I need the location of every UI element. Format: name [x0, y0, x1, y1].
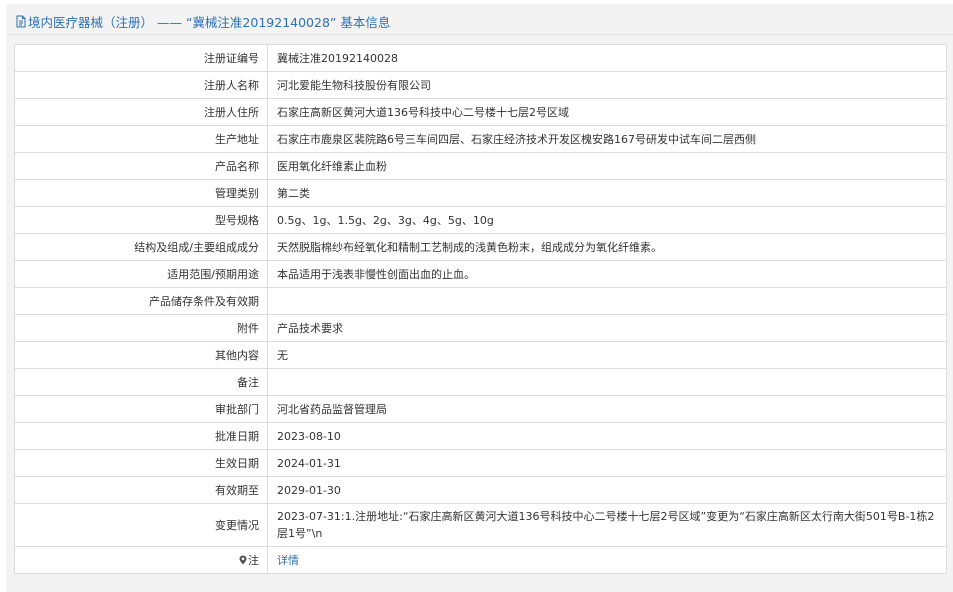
page-title: 境内医疗器械（注册） —— “冀械注准20192140028” 基本信息 [28, 15, 391, 30]
row-label: 审批部门 [14, 395, 268, 423]
table-row: 变更情况 2023-07-31:1.注册地址:“石家庄高新区黄河大道136号科技… [14, 503, 947, 547]
row-label: 备注 [14, 368, 268, 396]
table-row-note: 注 详情 [14, 546, 947, 574]
row-value: 无 [267, 341, 947, 369]
row-value: 2029-01-30 [267, 476, 947, 504]
row-value: 0.5g、1g、1.5g、2g、3g、4g、5g、10g [267, 206, 947, 234]
row-value: 2024-01-31 [267, 449, 947, 477]
row-value: 天然脱脂棉纱布经氧化和精制工艺制成的浅黄色粉末，组成成分为氧化纤维素。 [267, 233, 947, 261]
row-label: 型号规格 [14, 206, 268, 234]
document-icon [15, 15, 27, 28]
row-value [267, 287, 947, 315]
table-row: 型号规格 0.5g、1g、1.5g、2g、3g、4g、5g、10g [14, 206, 947, 234]
row-label: 注册人住所 [14, 98, 268, 126]
row-value: 产品技术要求 [267, 314, 947, 342]
table-row: 其他内容 无 [14, 341, 947, 369]
row-label: 生效日期 [14, 449, 268, 477]
row-value [267, 368, 947, 396]
main-panel: 注册证编号 冀械注准20192140028 注册人名称 河北爱能生物科技股份有限… [6, 35, 953, 592]
row-label: 注册证编号 [14, 44, 268, 72]
row-label: 有效期至 [14, 476, 268, 504]
table-row: 产品储存条件及有效期 [14, 287, 947, 315]
header-title-wrap: 境内医疗器械（注册） —— “冀械注准20192140028” 基本信息 [15, 12, 390, 31]
note-label-cell: 注 [14, 546, 268, 574]
row-value: 河北爱能生物科技股份有限公司 [267, 71, 947, 99]
info-table: 注册证编号 冀械注准20192140028 注册人名称 河北爱能生物科技股份有限… [14, 44, 947, 574]
table-row: 批准日期 2023-08-10 [14, 422, 947, 450]
table-row: 产品名称 医用氧化纤维素止血粉 [14, 152, 947, 180]
row-label: 适用范围/预期用途 [14, 260, 268, 288]
row-value: 医用氧化纤维素止血粉 [267, 152, 947, 180]
row-label: 批准日期 [14, 422, 268, 450]
row-value: 冀械注准20192140028 [267, 44, 947, 72]
row-value: 河北省药品监督管理局 [267, 395, 947, 423]
row-label: 附件 [14, 314, 268, 342]
row-value: 本品适用于浅表非慢性创面出血的止血。 [267, 260, 947, 288]
row-value: 第二类 [267, 179, 947, 207]
detail-link[interactable]: 详情 [277, 554, 299, 567]
row-label: 变更情况 [14, 503, 268, 547]
row-label: 结构及组成/主要组成成分 [14, 233, 268, 261]
page-header: 境内医疗器械（注册） —— “冀械注准20192140028” 基本信息 [6, 4, 953, 35]
row-label: 管理类别 [14, 179, 268, 207]
row-label: 生产地址 [14, 125, 268, 153]
note-label: 注 [248, 554, 259, 567]
row-value: 石家庄市鹿泉区裴院路6号三车间四层、石家庄经济技术开发区槐安路167号研发中试车… [267, 125, 947, 153]
row-label: 其他内容 [14, 341, 268, 369]
table-row: 附件 产品技术要求 [14, 314, 947, 342]
table-row: 有效期至 2029-01-30 [14, 476, 947, 504]
table-row: 注册人住所 石家庄高新区黄河大道136号科技中心二号楼十七层2号区域 [14, 98, 947, 126]
table-row: 生产地址 石家庄市鹿泉区裴院路6号三车间四层、石家庄经济技术开发区槐安路167号… [14, 125, 947, 153]
table-row: 审批部门 河北省药品监督管理局 [14, 395, 947, 423]
location-pin-icon [239, 555, 247, 565]
table-row: 注册证编号 冀械注准20192140028 [14, 44, 947, 72]
table-row: 注册人名称 河北爱能生物科技股份有限公司 [14, 71, 947, 99]
row-label: 注册人名称 [14, 71, 268, 99]
row-value: 2023-07-31:1.注册地址:“石家庄高新区黄河大道136号科技中心二号楼… [267, 503, 947, 547]
row-label: 产品名称 [14, 152, 268, 180]
row-label: 产品储存条件及有效期 [14, 287, 268, 315]
table-row: 管理类别 第二类 [14, 179, 947, 207]
row-value: 石家庄高新区黄河大道136号科技中心二号楼十七层2号区域 [267, 98, 947, 126]
table-row: 结构及组成/主要组成成分 天然脱脂棉纱布经氧化和精制工艺制成的浅黄色粉末，组成成… [14, 233, 947, 261]
table-row: 适用范围/预期用途 本品适用于浅表非慢性创面出血的止血。 [14, 260, 947, 288]
note-value-cell: 详情 [267, 546, 947, 574]
table-row: 备注 [14, 368, 947, 396]
table-row: 生效日期 2024-01-31 [14, 449, 947, 477]
row-value: 2023-08-10 [267, 422, 947, 450]
